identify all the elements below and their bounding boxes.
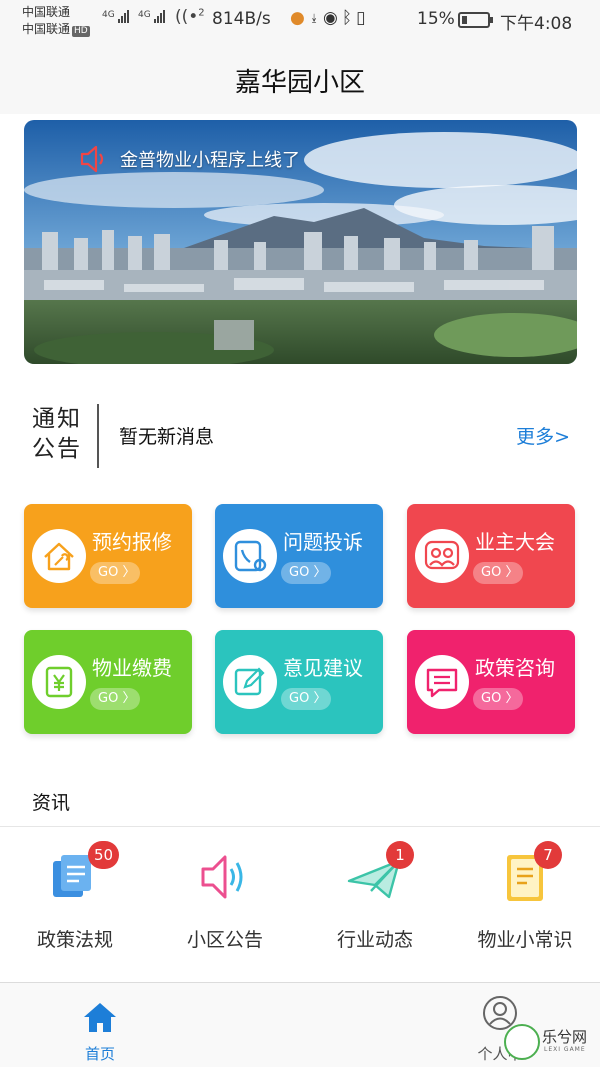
net-type-1: 4G	[102, 10, 115, 20]
status-bar: 中国联通 中国联通 HD 4G 4G ((•2 814B/s ●⤓◉ᛒ▯ 15% …	[0, 0, 600, 44]
network-speed: 814B/s	[212, 9, 271, 29]
notice-message: 暂无新消息	[119, 426, 215, 448]
nav-tab-home[interactable]: 首页	[60, 991, 140, 1063]
watermark-subtext: LEXI GAME	[544, 1046, 586, 1053]
news-section-title: 资讯	[32, 792, 71, 814]
go-button[interactable]: GO 〉	[281, 688, 331, 710]
badge-count: 1	[386, 841, 414, 869]
news-item-community-notice[interactable]: 小区公告	[150, 827, 300, 983]
go-button[interactable]: GO 〉	[90, 562, 140, 584]
net-type-2: 4G	[138, 10, 151, 20]
service-label: 物业缴费	[92, 656, 172, 680]
house-wrench-icon	[32, 529, 86, 583]
banner-caption: 金普物业小程序上线了	[120, 150, 300, 171]
watermark-text: 乐兮网	[542, 1028, 588, 1046]
news-item-industry-news[interactable]: 1 行业动态	[300, 827, 450, 983]
go-button[interactable]: GO 〉	[281, 562, 331, 584]
service-label: 预约报修	[92, 530, 172, 554]
go-button[interactable]: GO 〉	[473, 562, 523, 584]
phone-gear-icon	[223, 529, 277, 583]
wifi-sup: 2	[198, 7, 205, 19]
wifi-icon: ((•2	[175, 7, 205, 27]
vibrate-icon: ▯	[356, 8, 370, 28]
notice-more-link[interactable]: 更多>	[516, 422, 570, 449]
battery-icon	[458, 12, 493, 28]
news-item-policy[interactable]: 50 政策法规	[0, 827, 150, 983]
hd-badge: HD	[72, 26, 90, 37]
carrier-2: 中国联通	[22, 22, 71, 36]
status-icons: ●⤓◉ᛒ▯	[290, 8, 369, 28]
shield-icon: ●	[290, 8, 309, 28]
service-label: 意见建议	[283, 656, 363, 680]
service-label: 问题投诉	[283, 530, 363, 554]
watermark-icon	[504, 1024, 540, 1060]
notice-label: 通知公告	[32, 406, 82, 462]
app-header: 嘉华园小区	[0, 44, 600, 114]
nav-home-label: 首页	[84, 1045, 115, 1063]
carrier-info: 中国联通 中国联通 HD	[22, 4, 90, 38]
eye-icon: ◉	[323, 8, 342, 28]
carrier-1: 中国联通	[22, 5, 71, 19]
news-item-label: 小区公告	[186, 929, 263, 951]
news-item-property-tips[interactable]: 7 物业小常识	[450, 827, 600, 983]
badge-count: 50	[88, 841, 120, 869]
battery-percent: 15%	[417, 9, 455, 29]
service-policy-consult-tile[interactable]: 政策咨询 GO 〉	[407, 630, 575, 734]
banner-carousel[interactable]: 金普物业小程序上线了	[24, 120, 577, 364]
notice-divider	[97, 404, 99, 468]
service-label: 政策咨询	[475, 656, 555, 680]
signal-icon-2: 4G	[138, 10, 166, 23]
go-button[interactable]: GO 〉	[90, 688, 140, 710]
badge-count: 7	[534, 841, 562, 869]
speaker-icon	[201, 855, 243, 899]
service-complaint-tile[interactable]: 问题投诉 GO 〉	[215, 504, 383, 608]
bluetooth-icon: ᛒ	[341, 8, 357, 28]
service-suggestion-tile[interactable]: 意见建议 GO 〉	[215, 630, 383, 734]
main-content: 金普物业小程序上线了 通知公告 暂无新消息 更多> 预约报修 GO 〉 问题投诉…	[0, 114, 600, 826]
news-item-label: 物业小常识	[477, 929, 573, 951]
news-categories: 50 政策法规 小区公告 1 行业动态 7 物业小常识	[0, 826, 600, 982]
chat-icon	[415, 655, 469, 709]
news-item-label: 政策法规	[36, 929, 113, 951]
service-label: 业主大会	[475, 530, 555, 554]
speaker-icon	[80, 145, 104, 173]
service-payment-tile[interactable]: 物业缴费 GO 〉	[24, 630, 192, 734]
news-item-label: 行业动态	[336, 929, 413, 951]
home-icon	[84, 1003, 116, 1032]
service-repair-tile[interactable]: 预约报修 GO 〉	[24, 504, 192, 608]
page-title: 嘉华园小区	[234, 68, 365, 98]
service-owners-meeting-tile[interactable]: 业主大会 GO 〉	[407, 504, 575, 608]
go-button[interactable]: GO 〉	[473, 688, 523, 710]
yuan-icon	[32, 655, 86, 709]
people-icon	[415, 529, 469, 583]
download-icon: ⤓	[308, 8, 324, 28]
clock: 下午4:08	[500, 14, 573, 34]
notice-bar: 通知公告 暂无新消息 更多>	[24, 396, 576, 476]
watermark-logo: 乐兮网 LEXI GAME	[504, 1024, 596, 1062]
edit-icon	[223, 655, 277, 709]
signal-icon-1: 4G	[102, 10, 130, 23]
